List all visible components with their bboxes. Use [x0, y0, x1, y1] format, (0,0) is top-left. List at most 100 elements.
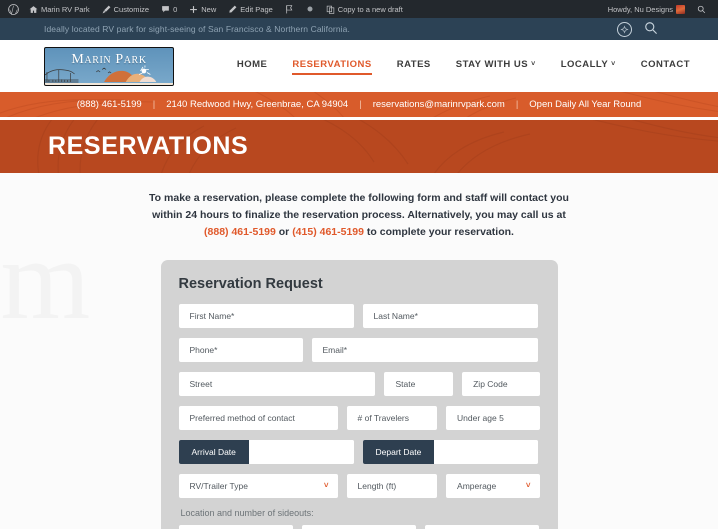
page-title-banner: RESERVATIONS — [0, 120, 718, 173]
chevron-down-icon: ˅ — [525, 481, 531, 490]
main-content: m To make a reservation, please complete… — [0, 173, 718, 529]
nav-item-rates[interactable]: RATES — [397, 59, 431, 73]
nav-item-locally[interactable]: LOCALLY ˅ — [561, 59, 616, 73]
site-name-label: Marin RV Park — [41, 4, 90, 14]
nav-label: RATES — [396, 59, 431, 70]
rv-type-placeholder: RV/Trailer Type — [189, 481, 248, 491]
under-age-five-input[interactable]: Under age 5 — [446, 406, 540, 430]
home-icon — [29, 5, 38, 14]
header-search-icon[interactable] — [644, 21, 658, 37]
nav-label: HOME — [236, 59, 268, 70]
contact-email[interactable]: reservations@marinrvpark.com — [373, 99, 505, 110]
separator: | — [152, 99, 156, 110]
comments-button[interactable]: 0 — [155, 0, 183, 18]
howdy-label: Howdy, Nu Designs — [607, 4, 673, 14]
comment-count: 0 — [173, 4, 178, 14]
contact-address[interactable]: 2140 Redwood Hwy, Greenbrae, CA 94904 — [166, 99, 348, 110]
comment-icon — [161, 5, 170, 14]
customize-label: Customize — [113, 4, 150, 14]
separator: | — [359, 99, 362, 110]
depart-date-field[interactable]: Depart Date — [362, 440, 538, 464]
flag-icon — [285, 4, 294, 14]
form-row-rv: RV/Trailer Type ˅ Length (ft) Amperage ˅ — [178, 474, 540, 498]
state-input[interactable]: State — [384, 372, 454, 396]
length-placeholder: Length (ft) — [357, 481, 397, 491]
depart-date-label: Depart Date — [362, 440, 435, 464]
preferred-contact-placeholder: Preferred method of contact — [189, 413, 295, 423]
pencil-icon — [228, 5, 237, 14]
street-input[interactable]: Street — [178, 372, 376, 396]
new-label: New — [201, 4, 217, 14]
contact-phone[interactable]: (888) 461-5199 — [77, 99, 142, 110]
depart-date-input[interactable] — [434, 440, 538, 464]
nav-item-contact[interactable]: CONTACT — [641, 59, 690, 73]
site-header: Marin Park HOME RESERVATIONS RATES STAY … — [0, 40, 718, 92]
nav-label: CONTACT — [640, 59, 690, 70]
intro-text-2: to complete your reservation. — [364, 226, 514, 238]
first-name-input[interactable]: First Name* — [178, 304, 354, 328]
my-account-menu[interactable]: Howdy, Nu Designs — [602, 0, 691, 18]
intro-phone-1[interactable]: (888) 461-5199 — [204, 226, 276, 238]
email-input[interactable]: Email* — [311, 338, 538, 362]
form-row-dates: Arrival Date Depart Date — [178, 440, 540, 464]
intro-text-mid: or — [275, 226, 293, 238]
last-name-input[interactable]: Last Name* — [362, 304, 538, 328]
customize-button[interactable]: Customize — [96, 0, 155, 18]
nav-item-reservations[interactable]: RESERVATIONS — [292, 59, 373, 75]
site-name-menu[interactable]: Marin RV Park — [23, 0, 96, 18]
form-row-sideouts: Driver Side Passenger Side Rear — [178, 525, 540, 529]
arrival-date-input[interactable] — [248, 440, 354, 464]
nav-label: STAY WITH US — [455, 59, 529, 70]
chevron-down-icon: ˅ — [611, 61, 616, 68]
rv-type-select[interactable]: RV/Trailer Type ˅ — [178, 474, 338, 498]
plugin-indicator[interactable] — [279, 0, 300, 18]
form-row-travelers: Preferred method of contact # of Travele… — [178, 406, 540, 430]
wordpress-icon — [8, 3, 19, 15]
contact-hours: Open Daily All Year Round — [529, 99, 642, 110]
main-navigation: HOME RESERVATIONS RATES STAY WITH US ˅ L… — [237, 59, 698, 75]
plus-icon — [189, 5, 198, 14]
travelers-placeholder: # of Travelers — [357, 413, 410, 423]
driver-side-input[interactable]: Driver Side — [178, 525, 293, 529]
separator: | — [515, 99, 519, 110]
adminbar-search-button[interactable] — [691, 0, 712, 18]
page-title: RESERVATIONS — [48, 132, 249, 160]
preferred-contact-input[interactable]: Preferred method of contact — [178, 406, 338, 430]
sideouts-label: Location and number of sideouts: — [180, 508, 314, 518]
rear-input[interactable]: Rear — [425, 525, 540, 529]
duplicate-icon — [326, 5, 335, 14]
nav-item-stay-with-us[interactable]: STAY WITH US ˅ — [456, 59, 536, 73]
arrival-date-label: Arrival Date — [178, 440, 249, 464]
phone-input[interactable]: Phone* — [178, 338, 303, 362]
copy-draft-button[interactable]: Copy to a new draft — [320, 0, 409, 18]
site-tagline: Ideally located RV park for sight-seeing… — [44, 24, 350, 34]
length-input[interactable]: Length (ft) — [346, 474, 438, 498]
wp-logo-button[interactable] — [6, 0, 23, 18]
passenger-side-input[interactable]: Passenger Side — [301, 525, 417, 529]
state-placeholder: State — [395, 379, 416, 389]
first-name-placeholder: First Name* — [189, 311, 235, 321]
nav-item-home[interactable]: HOME — [237, 59, 268, 73]
intro-text-1: To make a reservation, please complete t… — [149, 192, 569, 221]
street-placeholder: Street — [189, 379, 213, 389]
site-logo[interactable]: Marin Park — [44, 46, 174, 86]
status-dot-indicator[interactable] — [300, 0, 320, 18]
edit-page-label: Edit Page — [240, 4, 273, 14]
new-content-button[interactable]: New — [183, 0, 222, 18]
intro-phone-2[interactable]: (415) 461-5199 — [292, 226, 364, 238]
edit-page-button[interactable]: Edit Page — [222, 0, 279, 18]
travelers-input[interactable]: # of Travelers — [346, 406, 438, 430]
dollar-circle-icon[interactable] — [617, 21, 632, 37]
zip-placeholder: Zip Code — [473, 379, 508, 389]
contact-inner: (888) 461-5199 | 2140 Redwood Hwy, Green… — [77, 99, 642, 110]
last-name-placeholder: Last Name* — [373, 311, 418, 321]
form-row-contact: Phone* Email* — [178, 338, 540, 362]
amperage-select[interactable]: Amperage ˅ — [446, 474, 540, 498]
zip-code-input[interactable]: Zip Code — [462, 372, 540, 396]
reservation-form-panel: Reservation Request First Name* Last Nam… — [160, 260, 558, 529]
avatar — [676, 4, 685, 14]
nav-label: LOCALLY — [560, 59, 609, 70]
arrival-date-field[interactable]: Arrival Date — [178, 440, 354, 464]
phone-placeholder: Phone* — [189, 345, 218, 355]
copy-draft-label: Copy to a new draft — [337, 4, 403, 14]
